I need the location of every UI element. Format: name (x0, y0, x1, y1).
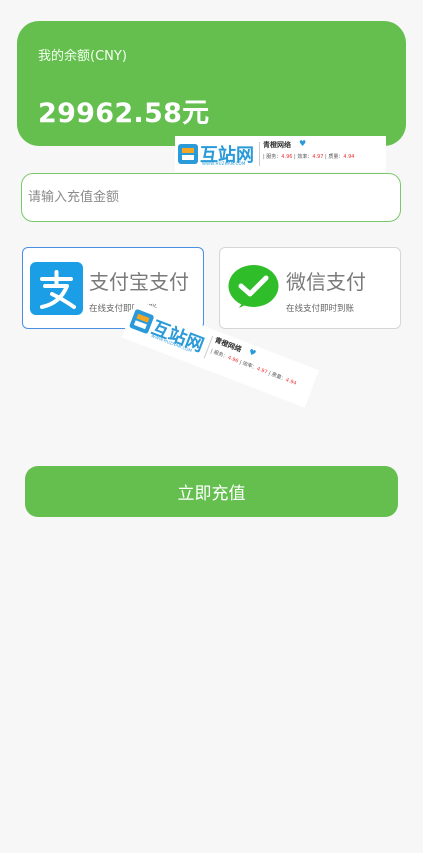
payment-name-wechat: 微信支付 (286, 270, 366, 294)
watermark-logo: 互站网 WWW.HUZHAN.COM (178, 141, 258, 167)
recharge-amount-input[interactable] (21, 173, 401, 222)
watermark-shop-name: 青橙网络 (263, 141, 291, 149)
watermark-scores: | 服务：4.96 | 效率：4.97 | 质量：4.94 (263, 154, 355, 160)
balance-label: 我的余额(CNY) (38, 49, 127, 64)
wechat-pay-icon (228, 265, 279, 308)
balance-card: 我的余额(CNY) 29962.58元 (17, 21, 406, 146)
watermark-logo-icon (178, 144, 198, 164)
payment-desc-wechat: 在线支付即时到账 (286, 304, 355, 314)
recharge-submit-button[interactable]: 立即充值 (25, 466, 398, 517)
watermark-overlay: 互站网 WWW.HUZHAN.COM 青橙网络 ♥ | 服务：4.96 | 效率… (175, 136, 386, 172)
alipay-icon (30, 262, 83, 315)
balance-amount: 29962.58元 (38, 98, 210, 129)
payment-name-alipay: 支付宝支付 (89, 270, 189, 294)
heart-icon: ♥ (247, 347, 258, 359)
payment-option-wechat[interactable]: 微信支付 在线支付即时到账 (219, 247, 401, 329)
watermark-divider (259, 142, 260, 166)
heart-icon: ♥ (299, 139, 307, 148)
watermark-logo-sub: WWW.HUZHAN.COM (202, 161, 246, 166)
